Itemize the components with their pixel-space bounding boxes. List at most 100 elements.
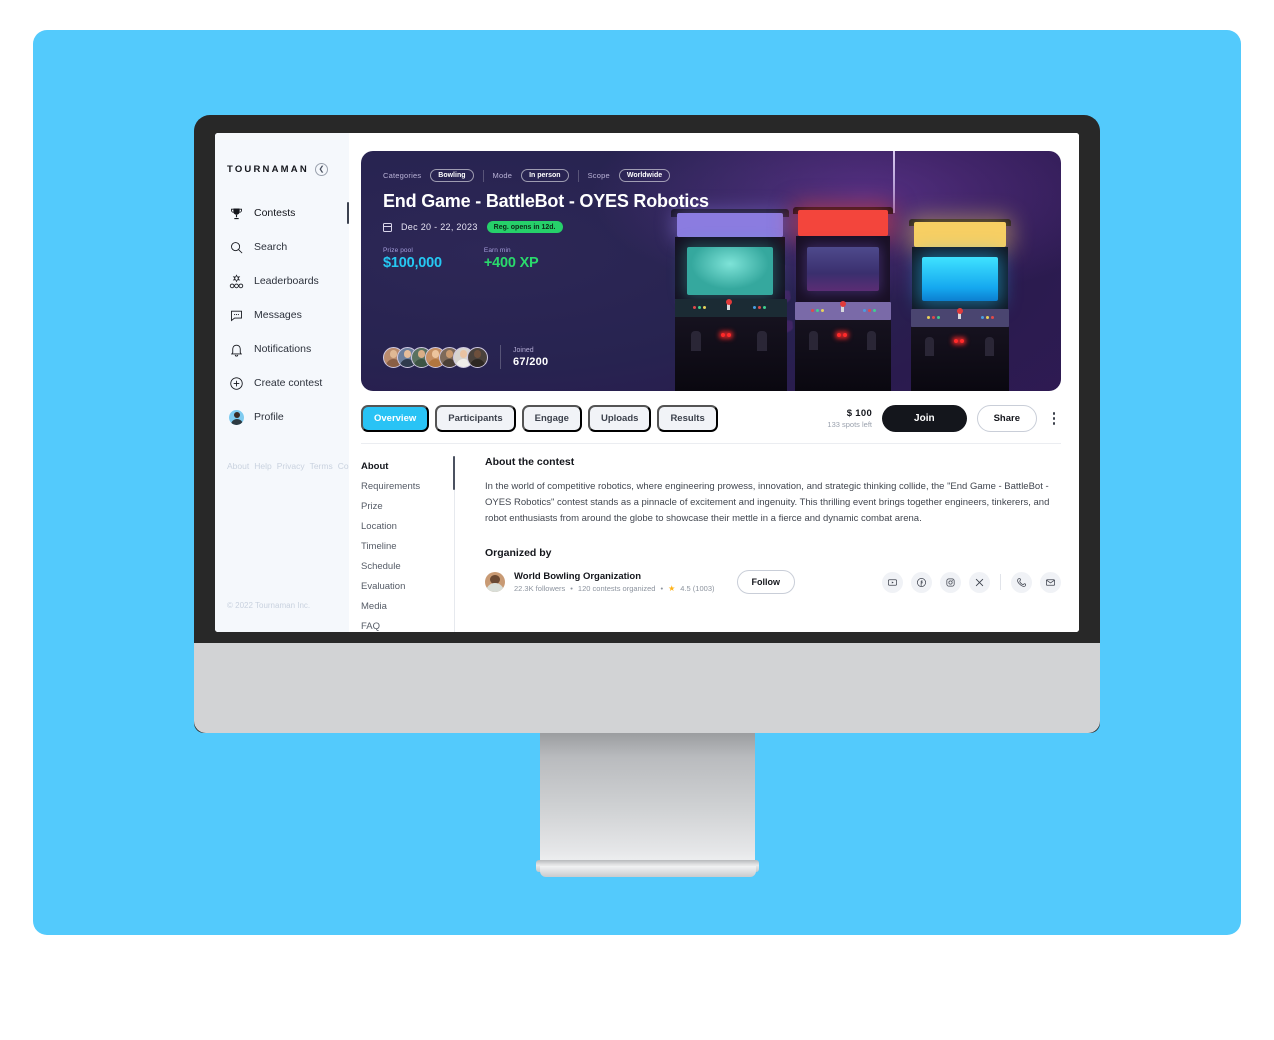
monitor-stand-neck	[540, 733, 755, 868]
follow-button[interactable]: Follow	[736, 570, 795, 594]
app-window: TOURNAMAN ❮ Contests Search Leaderboards…	[215, 133, 1079, 632]
subnav-item-faq[interactable]: FAQ	[361, 616, 455, 632]
subnav-item-timeline[interactable]: Timeline	[361, 536, 455, 556]
search-icon	[229, 240, 244, 255]
stat-value: +400 XP	[483, 255, 539, 271]
footer-links: AboutHelpPrivacyTermsContactsCookiesJobs…	[215, 458, 471, 474]
subnav-item-evaluation[interactable]: Evaluation	[361, 576, 455, 596]
joined-label: Joined	[513, 346, 534, 354]
entry-price: $ 100	[846, 408, 873, 419]
sidebar-item-search[interactable]: Search	[215, 230, 349, 264]
earn-min-stat: Earn min +400 XP	[484, 247, 539, 271]
contest-hero-banner: Categories Bowling Mode In person Scope …	[361, 151, 1061, 391]
phone-icon[interactable]	[1011, 571, 1032, 593]
dot-separator: •	[660, 584, 664, 593]
sidebar-item-create-contest[interactable]: Create contest	[215, 366, 349, 400]
sidebar-item-label: Create contest	[254, 377, 323, 389]
email-icon[interactable]	[1040, 571, 1061, 593]
footer-link[interactable]: Help	[254, 461, 271, 471]
trophy-icon	[229, 206, 244, 221]
kebab-menu-icon[interactable]	[1047, 412, 1061, 425]
sidebar-item-messages[interactable]: Messages	[215, 298, 349, 332]
contest-tabs: Overview Participants Engage Uploads Res…	[361, 405, 718, 432]
dot-separator: •	[570, 584, 573, 593]
screenshot-scene: TOURNAMAN ❮ Contests Search Leaderboards…	[0, 0, 1274, 1040]
joined-count-block: Joined 67/200	[513, 347, 548, 368]
join-button[interactable]: Join	[882, 405, 967, 432]
footer-link[interactable]: Terms	[310, 461, 333, 471]
footer-link[interactable]: About	[227, 461, 249, 471]
message-icon	[229, 308, 244, 323]
tabs-and-actions: Overview Participants Engage Uploads Res…	[361, 405, 1061, 432]
sidebar-item-contests[interactable]: Contests	[215, 196, 349, 230]
sidebar-item-leaderboards[interactable]: Leaderboards	[215, 264, 349, 298]
organizer-name[interactable]: World Bowling Organization	[514, 571, 715, 582]
sidebar-item-label: Messages	[254, 309, 302, 321]
scope-pill[interactable]: Worldwide	[618, 169, 671, 182]
tab-participants[interactable]: Participants	[435, 405, 516, 432]
stat-value: $100,000	[383, 255, 442, 271]
meta-key: Categories	[383, 171, 422, 180]
joined-value: 67/200	[513, 355, 549, 368]
tab-overview[interactable]: Overview	[361, 405, 430, 432]
avatar	[467, 346, 488, 368]
subnav-item-location[interactable]: Location	[361, 516, 455, 536]
category-pill[interactable]: Bowling	[430, 169, 474, 182]
youtube-icon[interactable]	[882, 571, 903, 593]
bell-icon	[229, 342, 244, 357]
section-divider	[361, 443, 1061, 444]
star-icon: ★	[668, 584, 676, 593]
tab-uploads[interactable]: Uploads	[587, 405, 652, 432]
sidebar-item-notifications[interactable]: Notifications	[215, 332, 349, 366]
calendar-icon	[383, 222, 392, 232]
brand-logo: TOURNAMAN	[227, 164, 309, 175]
sidebar-item-profile[interactable]: Profile	[215, 400, 349, 434]
organizer-followers: 22.3K followers	[514, 584, 566, 593]
meta-divider	[577, 169, 579, 182]
subnav-item-prize[interactable]: Prize	[361, 496, 455, 516]
mode-pill[interactable]: In person	[521, 169, 569, 182]
joined-divider	[500, 345, 501, 369]
share-button[interactable]: Share	[976, 405, 1037, 432]
about-body: In the world of competitive robotics, wh…	[485, 481, 1050, 524]
subnav-item-requirements[interactable]: Requirements	[361, 476, 455, 496]
stat-label: Prize pool	[383, 247, 413, 254]
x-icon[interactable]	[969, 571, 990, 593]
about-heading: About the contest	[485, 456, 575, 468]
tab-engage[interactable]: Engage	[521, 405, 582, 432]
chevron-left-icon[interactable]: ❮	[314, 163, 328, 176]
sidebar-item-label: Notifications	[254, 343, 312, 355]
organizer-contests: 120 contests organized	[577, 584, 656, 593]
desktop-monitor: TOURNAMAN ❮ Contests Search Leaderboards…	[194, 115, 1100, 733]
sidebar-item-label: Search	[254, 241, 288, 253]
avatar-stack[interactable]	[383, 346, 488, 368]
organized-by-heading: Organized by	[485, 547, 552, 559]
subnav-item-media[interactable]: Media	[361, 596, 455, 616]
plus-circle-icon	[229, 376, 244, 391]
footer-link[interactable]: Privacy	[277, 461, 305, 471]
date-row: Dec 20 - 22, 2023 Reg. opens in 12d.	[383, 221, 1041, 233]
primary-nav: Contests Search Leaderboards Messages No…	[215, 196, 349, 434]
subnav-item-schedule[interactable]: Schedule	[361, 556, 455, 576]
organizer-stats: 22.3K followers • 120 contests organized…	[514, 584, 715, 593]
sidebar: TOURNAMAN ❮ Contests Search Leaderboards…	[215, 133, 471, 632]
instagram-icon[interactable]	[940, 571, 961, 593]
sidebar-item-label: Contests	[254, 207, 296, 219]
meta-key: Scope	[587, 171, 610, 180]
price-block: $ 100 133 spots left	[827, 408, 872, 429]
monitor-stand-foot	[540, 866, 756, 877]
hero-text-block: Categories Bowling Mode In person Scope …	[383, 169, 1041, 271]
subnav-scroll-thumb[interactable]	[453, 456, 455, 490]
facebook-icon[interactable]	[911, 571, 932, 593]
tab-results[interactable]: Results	[657, 405, 718, 432]
spots-left: 133 spots left	[827, 420, 873, 429]
subnav-item-about[interactable]: About	[361, 456, 455, 476]
contest-date: Dec 20 - 22, 2023	[401, 222, 478, 232]
stat-label: Earn min	[483, 247, 511, 254]
organizer-row: World Bowling Organization 22.3K followe…	[485, 570, 1061, 594]
monitor-screen: TOURNAMAN ❮ Contests Search Leaderboards…	[215, 133, 1079, 632]
action-buttons: $ 100 133 spots left Join Share	[827, 405, 1061, 432]
meta-key: Mode	[492, 171, 513, 180]
registration-badge: Reg. opens in 12d.	[486, 221, 563, 233]
leaderboard-icon	[229, 273, 244, 289]
